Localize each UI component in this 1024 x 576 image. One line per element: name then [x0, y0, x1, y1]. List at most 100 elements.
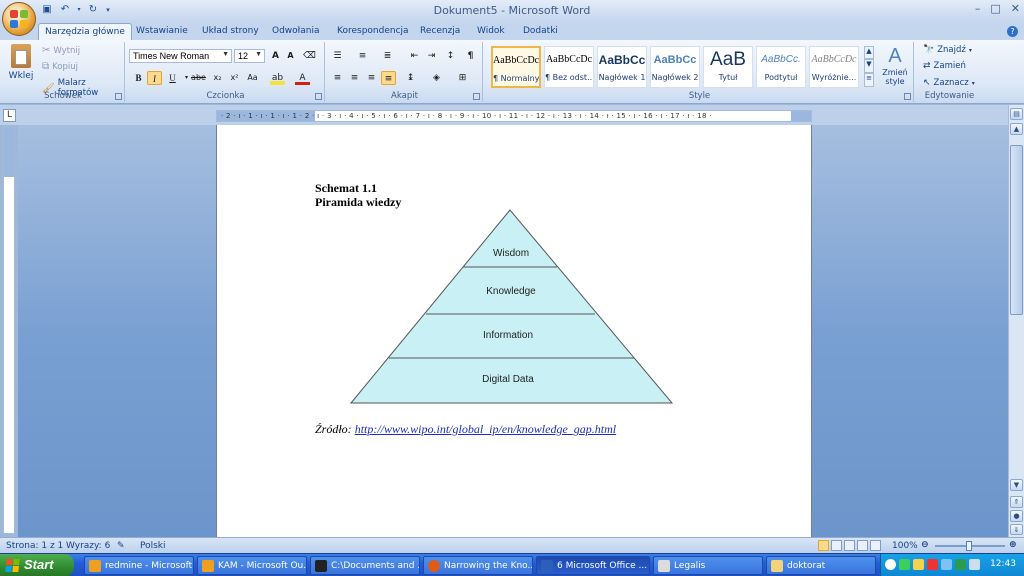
- ruler-toggle-icon[interactable]: ▤: [1010, 108, 1023, 120]
- clear-formatting-icon[interactable]: ⌫: [302, 49, 317, 63]
- numbering-icon[interactable]: ≡: [355, 49, 370, 63]
- tab-addins[interactable]: Dodatki: [517, 23, 564, 40]
- align-center-icon[interactable]: ≡: [347, 71, 362, 85]
- page-counter[interactable]: Strona: 1 z 1: [6, 541, 63, 551]
- superscript-icon[interactable]: x²: [227, 71, 242, 85]
- clock[interactable]: 12:43: [990, 559, 1016, 569]
- tab-mailings[interactable]: Korespondencja: [331, 23, 415, 40]
- align-left-icon[interactable]: ≡: [330, 71, 345, 85]
- tab-selector-button[interactable]: L: [3, 109, 16, 122]
- zoom-level[interactable]: 100%: [892, 541, 918, 551]
- bold-icon[interactable]: B: [131, 71, 146, 85]
- previous-page-icon[interactable]: ⇑: [1010, 496, 1023, 508]
- multilevel-list-icon[interactable]: ≣: [380, 49, 395, 63]
- vertical-scrollbar[interactable]: ▤ ▲ ▼ ⇑ ● ⇓: [1008, 105, 1024, 537]
- align-right-icon[interactable]: ≡: [364, 71, 379, 85]
- shrink-font-icon[interactable]: A: [283, 49, 298, 63]
- underline-icon[interactable]: U: [165, 71, 180, 85]
- network-icon[interactable]: [899, 559, 910, 570]
- taskbar-item-kam-outlook[interactable]: KAM - Microsoft Ou...: [197, 556, 307, 575]
- taskbar-item-doktorat[interactable]: doktorat: [766, 556, 876, 575]
- font-size-combo[interactable]: 12 ▼: [234, 49, 265, 63]
- start-button[interactable]: Start: [0, 554, 74, 576]
- vertical-ruler[interactable]: [3, 126, 15, 534]
- more-styles-icon[interactable]: ≡: [864, 73, 874, 87]
- highlight-icon[interactable]: ab: [270, 71, 285, 85]
- borders-icon[interactable]: ⊞: [455, 71, 470, 85]
- justify-icon[interactable]: ≡: [381, 71, 396, 85]
- taskbar-item-redmine[interactable]: redmine - Microsoft ...: [84, 556, 194, 575]
- select-button[interactable]: ↖ Zaznacz ▾: [923, 78, 975, 88]
- shading-icon[interactable]: ◈: [429, 71, 444, 85]
- tab-insert[interactable]: Wstawianie: [130, 23, 194, 40]
- bullets-icon[interactable]: ☰: [330, 49, 345, 63]
- taskbar-item-legalis[interactable]: Legalis: [653, 556, 763, 575]
- increase-indent-icon[interactable]: ⇥: [424, 49, 439, 63]
- language-indicator[interactable]: Polski: [140, 541, 166, 551]
- styles-launcher-icon[interactable]: [904, 93, 911, 100]
- decrease-indent-icon[interactable]: ⇤: [407, 49, 422, 63]
- style-normal[interactable]: AaBbCcDc ¶ Normalny: [491, 46, 541, 88]
- taskbar-item-office-group[interactable]: 6 Microsoft Office ...: [536, 556, 650, 575]
- line-spacing-icon[interactable]: ↨: [403, 71, 418, 85]
- horizontal-ruler[interactable]: · 2 · ı · 1 · ı · 1 · ı · 1 · 2 · ı · 3 …: [216, 110, 812, 122]
- antivirus-icon[interactable]: [927, 559, 938, 570]
- grow-font-icon[interactable]: A: [268, 49, 283, 63]
- copy-button[interactable]: ⧉ Kopiuj: [42, 61, 78, 72]
- sort-icon[interactable]: ↕: [443, 49, 458, 63]
- zoom-slider-knob[interactable]: [966, 541, 972, 551]
- chevron-up-icon[interactable]: ▲: [864, 46, 874, 59]
- zoom-in-icon[interactable]: ⊕: [1009, 540, 1017, 550]
- update-icon[interactable]: [955, 559, 966, 570]
- proofing-icon[interactable]: ✎: [117, 541, 125, 551]
- find-button[interactable]: 🔭 Znajdź ▾: [923, 45, 972, 55]
- source-link[interactable]: http://www.wipo.int/global_ip/en/knowled…: [355, 422, 616, 436]
- subscript-icon[interactable]: x₂: [210, 71, 225, 85]
- style-heading-2[interactable]: AaBbCc Nagłówek 2: [650, 46, 700, 88]
- tab-home[interactable]: Narzędzia główne: [38, 23, 132, 40]
- replace-button[interactable]: ⇄ Zamień: [923, 61, 966, 71]
- next-page-icon[interactable]: ⇓: [1010, 524, 1023, 535]
- cut-button[interactable]: ✂ Wytnij: [42, 45, 80, 56]
- style-heading-1[interactable]: AaBbCc Nagłówek 1: [597, 46, 647, 88]
- style-subtitle[interactable]: AaBbCc. Podtytuł: [756, 46, 806, 88]
- show-formatting-icon[interactable]: ¶: [463, 49, 478, 63]
- strikethrough-icon[interactable]: abe: [191, 71, 206, 85]
- tray-expand-icon[interactable]: [885, 559, 896, 570]
- font-name-combo[interactable]: Times New Roman ▼: [129, 49, 232, 63]
- word-count[interactable]: Wyrazy: 6: [66, 541, 110, 551]
- font-color-icon[interactable]: A: [295, 71, 310, 85]
- italic-icon[interactable]: I: [147, 71, 162, 85]
- office-button[interactable]: [2, 2, 36, 36]
- scrollbar-thumb[interactable]: [1010, 145, 1023, 315]
- maximize-button[interactable]: □: [990, 2, 1000, 15]
- close-button[interactable]: ✕: [1011, 2, 1020, 15]
- security-icon[interactable]: [913, 559, 924, 570]
- scroll-up-icon[interactable]: ▲: [1010, 123, 1023, 135]
- minimize-button[interactable]: –: [975, 2, 981, 15]
- print-layout-icon[interactable]: [818, 540, 829, 551]
- tab-page-layout[interactable]: Układ strony: [196, 23, 265, 40]
- help-icon[interactable]: ?: [1007, 26, 1018, 37]
- paste-button[interactable]: Wklej: [6, 44, 36, 88]
- display-icon[interactable]: [969, 559, 980, 570]
- taskbar-item-narrowing[interactable]: Narrowing the Kno...: [423, 556, 533, 575]
- tab-review[interactable]: Recenzja: [414, 23, 466, 40]
- zoom-out-icon[interactable]: ⊖: [921, 540, 929, 550]
- full-screen-reading-icon[interactable]: [831, 540, 842, 551]
- document-page[interactable]: Schemat 1.1 Piramida wiedzy Wisdom Knowl…: [216, 125, 812, 537]
- taskbar-item-command-prompt[interactable]: C:\Documents and ...: [310, 556, 420, 575]
- style-no-spacing[interactable]: AaBbCcDc ¶ Bez odst...: [544, 46, 594, 88]
- change-case-icon[interactable]: Aa: [245, 71, 260, 85]
- scroll-down-icon[interactable]: ▼: [1010, 479, 1023, 491]
- outline-icon[interactable]: [857, 540, 868, 551]
- clipboard-launcher-icon[interactable]: [115, 93, 122, 100]
- font-launcher-icon[interactable]: [315, 93, 322, 100]
- style-title[interactable]: AaB Tytuł: [703, 46, 753, 88]
- chevron-down-icon[interactable]: ▼: [864, 59, 874, 73]
- style-emphasis[interactable]: AaBbCcDc Wyróżnie...: [809, 46, 859, 88]
- volume-icon[interactable]: [941, 559, 952, 570]
- change-styles-button[interactable]: A Zmień style: [879, 44, 911, 90]
- tab-view[interactable]: Widok: [471, 23, 511, 40]
- select-browse-object-icon[interactable]: ●: [1010, 510, 1023, 522]
